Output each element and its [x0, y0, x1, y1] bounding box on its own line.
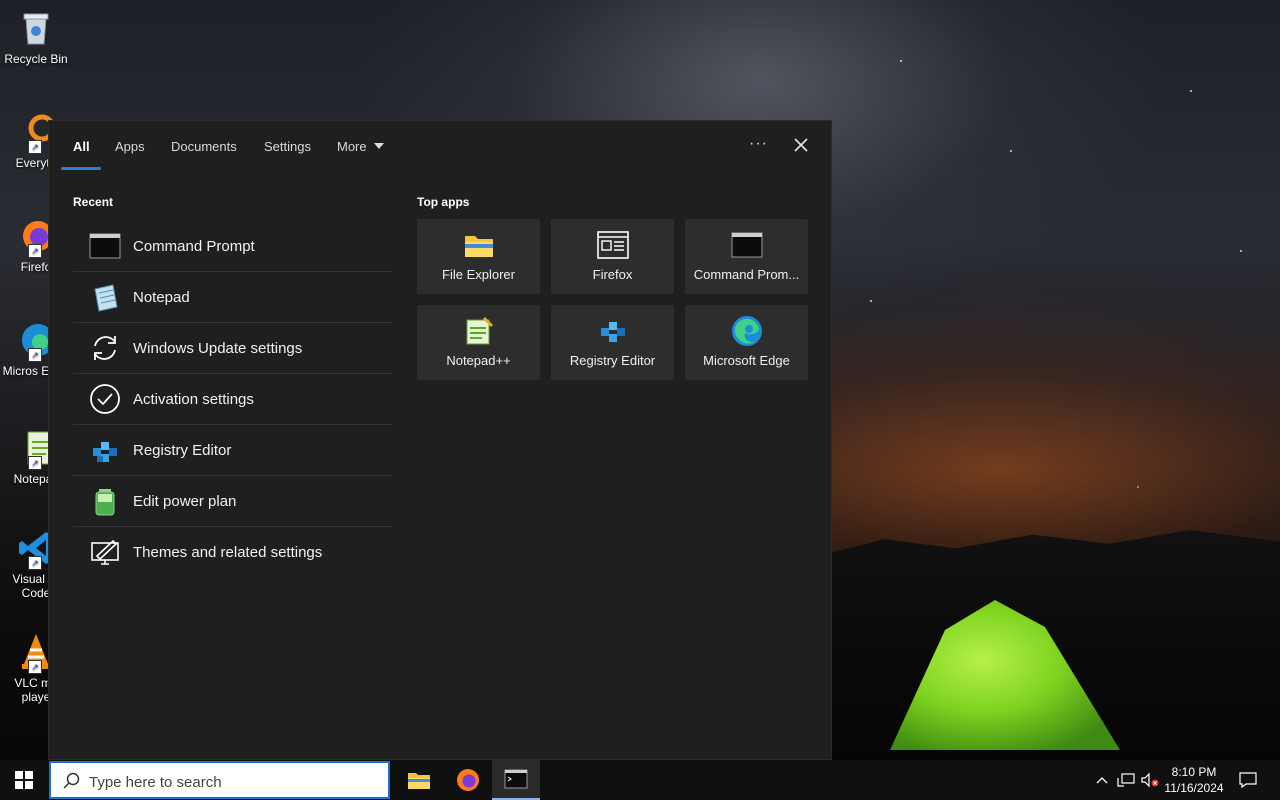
tab-more-label: More — [337, 139, 367, 154]
taskbar-clock[interactable]: 8:10 PM 11/16/2024 — [1158, 764, 1230, 796]
network-status[interactable] — [1116, 760, 1136, 800]
clock-time: 8:10 PM — [1171, 765, 1217, 779]
tab-more[interactable]: More — [337, 139, 384, 154]
search-panel: All Apps Documents Settings More ··· Rec… — [48, 120, 832, 760]
folder-icon — [463, 229, 495, 261]
windows-logo-icon — [15, 771, 33, 789]
wallpaper-star — [900, 60, 902, 62]
search-tabs: All Apps Documents Settings More ··· — [49, 121, 831, 171]
shortcut-arrow-icon: ↗ — [28, 244, 42, 258]
tab-apps[interactable]: Apps — [115, 139, 145, 154]
recent-item-activation[interactable]: Activation settings — [73, 374, 393, 425]
close-icon[interactable] — [791, 135, 811, 155]
recent-heading: Recent — [73, 195, 114, 209]
top-app-registry-editor[interactable]: Registry Editor — [551, 305, 674, 380]
taskbar-command-prompt[interactable] — [492, 760, 540, 800]
top-app-command-prompt[interactable]: Command Prom... — [685, 219, 808, 294]
top-app-label: Microsoft Edge — [703, 353, 790, 368]
battery-icon — [89, 485, 121, 517]
desktop-icon-label: Recycle Bin — [4, 52, 68, 66]
shortcut-arrow-icon: ↗ — [28, 348, 42, 362]
clock-date: 11/16/2024 — [1164, 781, 1224, 795]
notepad-icon — [89, 281, 121, 313]
registry-editor-icon — [597, 315, 629, 347]
action-center-button[interactable] — [1236, 760, 1260, 800]
command-prompt-icon — [731, 229, 763, 261]
top-apps-heading: Top apps — [417, 195, 470, 209]
volume-status[interactable] — [1140, 760, 1160, 800]
search-input[interactable] — [87, 769, 381, 795]
shortcut-arrow-icon: ↗ — [28, 556, 42, 570]
top-app-firefox[interactable]: Firefox — [551, 219, 674, 294]
taskbar-file-explorer[interactable] — [395, 760, 443, 800]
recycle-bin-icon — [16, 8, 56, 48]
edge-icon — [731, 315, 763, 347]
recent-item-registry-editor[interactable]: Registry Editor — [73, 425, 393, 476]
volume-muted-icon — [1141, 772, 1159, 788]
taskbar-search-box[interactable] — [49, 761, 390, 799]
checkmark-circle-icon — [89, 383, 121, 415]
recent-item-label: Registry Editor — [133, 441, 232, 459]
tab-settings[interactable]: Settings — [264, 139, 311, 154]
wallpaper-star — [1240, 250, 1242, 252]
recent-item-windows-update[interactable]: Windows Update settings — [73, 323, 393, 374]
search-icon — [63, 772, 81, 795]
wallpaper-star — [1137, 486, 1139, 488]
recent-item-command-prompt[interactable]: Command Prompt — [73, 221, 393, 272]
top-app-file-explorer[interactable]: File Explorer — [417, 219, 540, 294]
top-app-label: Registry Editor — [569, 353, 656, 368]
show-hidden-icons-button[interactable] — [1092, 760, 1112, 800]
wallpaper-star — [1010, 150, 1012, 152]
recent-item-label: Command Prompt — [133, 237, 255, 255]
active-tab-indicator — [61, 167, 101, 170]
recent-item-notepad[interactable]: Notepad — [73, 272, 393, 323]
taskbar-firefox[interactable] — [444, 760, 492, 800]
recent-item-themes[interactable]: Themes and related settings — [73, 527, 393, 577]
shortcut-arrow-icon: ↗ — [28, 140, 42, 154]
folder-icon — [408, 773, 430, 789]
shortcut-arrow-icon: ↗ — [28, 660, 42, 674]
tab-documents[interactable]: Documents — [171, 139, 237, 154]
shortcut-arrow-icon: ↗ — [28, 456, 42, 470]
more-options-icon[interactable]: ··· — [749, 135, 768, 153]
top-app-label: Notepad++ — [446, 353, 511, 368]
top-app-label: File Explorer — [442, 267, 515, 282]
firefox-icon — [457, 769, 479, 791]
desktop-icon-recycle-bin[interactable]: Recycle Bin — [0, 8, 72, 66]
recent-item-label: Windows Update settings — [133, 339, 303, 357]
start-button[interactable] — [0, 760, 48, 800]
chevron-up-icon — [1096, 777, 1108, 784]
command-prompt-icon — [89, 230, 121, 262]
taskbar: 8:10 PM 11/16/2024 — [0, 760, 1280, 800]
caret-down-icon — [373, 143, 384, 149]
recent-item-label: Activation settings — [133, 390, 254, 408]
top-app-microsoft-edge[interactable]: Microsoft Edge — [685, 305, 808, 380]
tab-all[interactable]: All — [73, 139, 90, 154]
recent-item-label: Edit power plan — [133, 492, 237, 510]
generic-app-icon — [596, 229, 629, 261]
recent-item-label: Notepad — [133, 288, 190, 306]
notepadpp-icon — [463, 315, 495, 347]
network-icon — [1117, 773, 1135, 787]
top-app-label: Firefox — [592, 267, 633, 282]
wallpaper-star — [1190, 90, 1192, 92]
wallpaper-star — [870, 300, 872, 302]
command-prompt-icon — [504, 769, 528, 789]
recent-list: Command Prompt Notepad Windows Update se… — [73, 221, 393, 577]
registry-editor-icon — [89, 434, 121, 466]
recent-item-power-plan[interactable]: Edit power plan — [73, 476, 393, 527]
notification-icon — [1239, 772, 1257, 789]
top-app-label: Command Prom... — [693, 267, 800, 282]
recent-item-label: Themes and related settings — [133, 543, 323, 561]
top-app-notepadpp[interactable]: Notepad++ — [417, 305, 540, 380]
refresh-icon — [89, 332, 121, 364]
pen-monitor-icon — [89, 536, 121, 568]
